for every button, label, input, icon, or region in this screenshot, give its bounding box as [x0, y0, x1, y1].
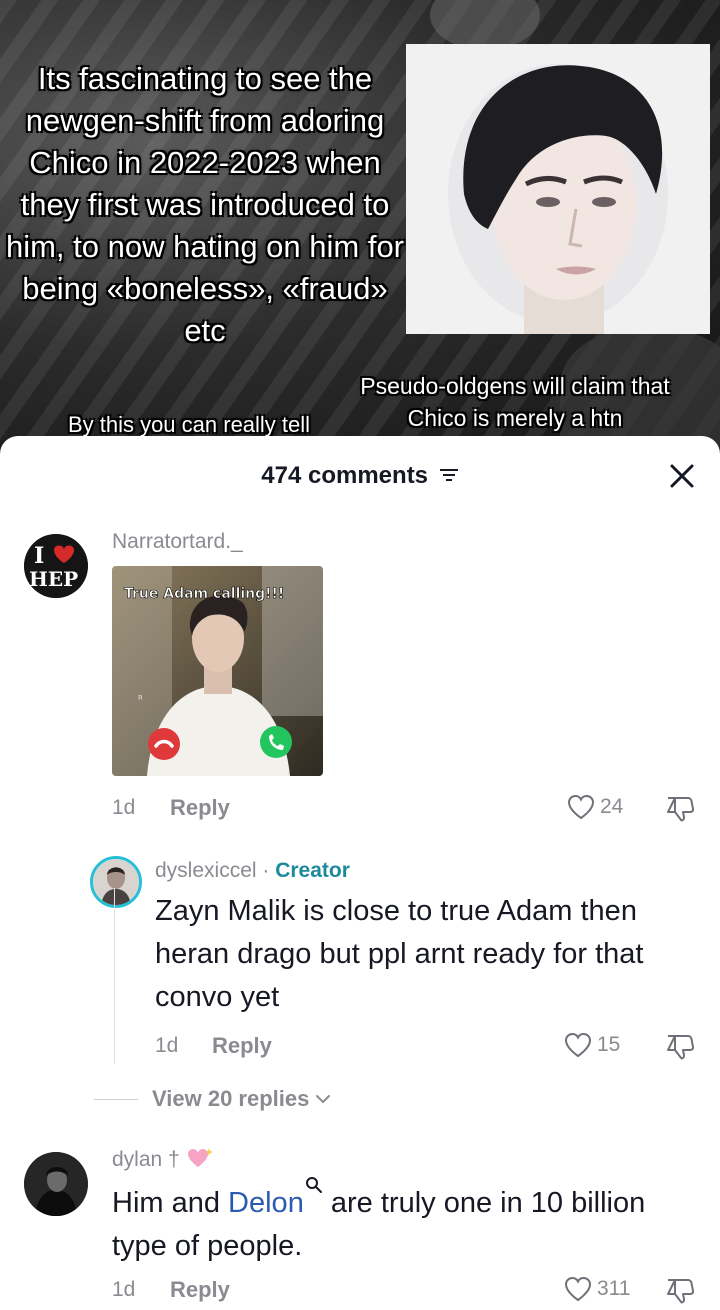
avatar[interactable]: I HEP: [24, 534, 88, 598]
comments-header: 474 comments: [0, 436, 720, 516]
comment-timestamp: 1d: [112, 796, 136, 819]
comment-timestamp: 1d: [112, 1278, 136, 1301]
heart-icon: [564, 1032, 592, 1058]
portrait-image: [406, 44, 710, 334]
comment-timestamp: 1d: [155, 1034, 179, 1057]
heart-icon: [567, 794, 595, 820]
comment-gif[interactable]: True Adam calling!!! R: [112, 566, 323, 776]
comment-username[interactable]: dyslexiccel: [155, 859, 257, 882]
avatar[interactable]: [24, 1152, 88, 1216]
like-button[interactable]: 15: [563, 1030, 620, 1060]
svg-text:HEP: HEP: [29, 567, 78, 591]
video-caption-secondary: Pseudo-oldgens will claim that Chico is …: [360, 373, 670, 431]
thumbs-down-icon: [667, 1035, 695, 1060]
comment-username[interactable]: dylan †: [112, 1148, 180, 1171]
mention-link[interactable]: Delon: [228, 1177, 323, 1219]
decline-call-icon: [148, 728, 180, 760]
svg-text:I: I: [34, 543, 44, 569]
close-button[interactable]: [664, 458, 700, 494]
thumbs-down-icon: [667, 1279, 695, 1304]
svg-text:R: R: [138, 694, 143, 702]
comment-username-row: dylan †: [112, 1146, 214, 1172]
close-icon: [670, 464, 694, 488]
comment-text: Zayn Malik is close to true Adam then he…: [155, 895, 644, 1013]
comments-sheet: 474 comments I HEP Narratortard._ True A…: [0, 436, 720, 1310]
video-caption: Its fascinating to see the newgen-shift …: [5, 61, 405, 348]
accept-call-icon: [260, 726, 292, 758]
video-background[interactable]: Its fascinating to see the newgen-shift …: [0, 0, 720, 470]
like-count: 24: [600, 795, 624, 818]
divider: [94, 1098, 138, 1100]
like-count: 15: [597, 1033, 621, 1056]
like-count: 311: [597, 1277, 631, 1300]
background-figure: [430, 0, 540, 50]
reply-button[interactable]: Reply: [170, 795, 230, 821]
sparkling-heart-icon: [187, 1148, 213, 1167]
comment-username[interactable]: Narratortard._: [112, 530, 243, 554]
like-button[interactable]: 311: [563, 1274, 630, 1304]
search-icon: [305, 1177, 322, 1193]
heart-icon: [564, 1276, 592, 1302]
creator-badge: Creator: [275, 859, 350, 882]
thread-line: [114, 888, 115, 1064]
svg-text:True Adam calling!!!: True Adam calling!!!: [124, 586, 284, 602]
comments-count-label: 474 comments: [0, 462, 720, 491]
reply-button[interactable]: Reply: [212, 1033, 272, 1059]
comment-username-row: dyslexiccel · Creator: [155, 859, 350, 882]
avatar[interactable]: [90, 856, 142, 908]
filter-icon[interactable]: [439, 463, 459, 491]
like-button[interactable]: 24: [566, 792, 623, 822]
thumbs-down-icon: [667, 797, 695, 822]
portrait-illustration: [406, 44, 710, 334]
dislike-button[interactable]: [664, 1030, 696, 1067]
comment-text: Him and Delon are truly one in 10 billio…: [112, 1176, 702, 1268]
dislike-button[interactable]: [664, 792, 696, 829]
reply-button[interactable]: Reply: [170, 1277, 230, 1303]
view-replies-button[interactable]: View 20 replies: [94, 1086, 331, 1112]
dislike-button[interactable]: [664, 1274, 696, 1310]
chevron-down-icon: [316, 1095, 331, 1104]
